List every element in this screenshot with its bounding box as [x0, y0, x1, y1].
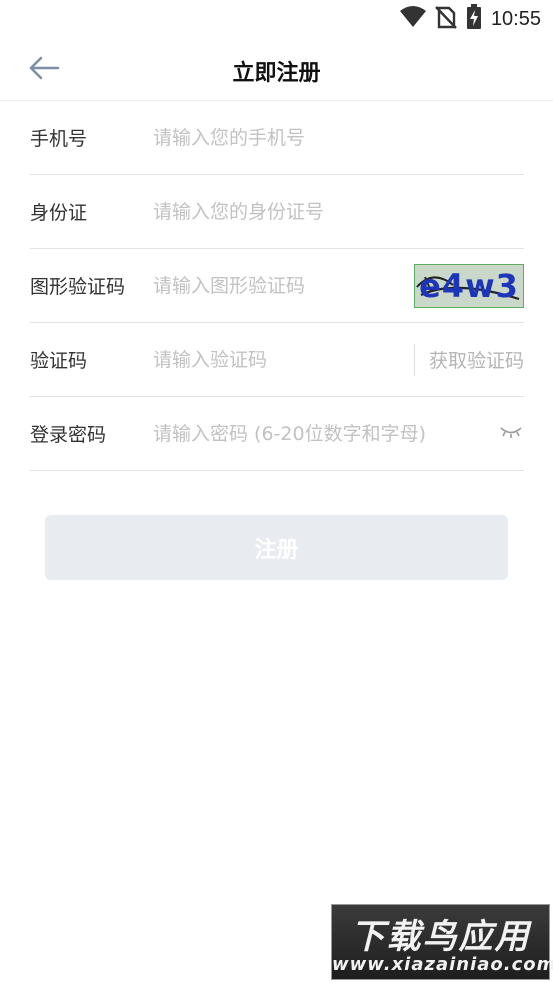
password-row: 登录密码 [30, 397, 524, 471]
sms-code-label: 验证码 [30, 350, 88, 372]
phone-input[interactable] [153, 126, 524, 149]
captcha-image[interactable]: e4w3 [414, 263, 524, 308]
graphic-captcha-input[interactable] [153, 274, 414, 297]
graphic-captcha-row: 图形验证码 e4w3 [30, 249, 524, 323]
password-visibility-toggle[interactable] [498, 424, 524, 444]
divider [413, 343, 415, 376]
register-form: 手机号 身份证 图形验证码 e4w3 验证码 获取验证码 登录密码 [30, 101, 524, 471]
id-card-row: 身份证 [30, 175, 524, 249]
id-card-label: 身份证 [30, 202, 88, 224]
captcha-text: e4w3 [419, 266, 519, 305]
watermark-logo: 下载鸟应用 www.xiazainiao.com [331, 904, 553, 980]
sms-code-row: 验证码 获取验证码 [30, 323, 524, 397]
status-icons: 10:55 [399, 4, 541, 34]
sms-code-input[interactable] [153, 348, 414, 371]
password-label: 登录密码 [30, 424, 107, 446]
watermark-url: www.xiazainiao.com [332, 954, 553, 975]
password-input[interactable] [153, 422, 498, 445]
page-title: 立即注册 [232, 61, 321, 86]
eye-closed-icon [499, 424, 523, 443]
watermark-title: 下载鸟应用 [350, 917, 531, 957]
header: 立即注册 [0, 38, 553, 101]
wifi-icon [399, 6, 426, 32]
status-time: 10:55 [490, 7, 541, 30]
no-sim-icon [435, 5, 457, 33]
phone-row: 手机号 [30, 101, 524, 175]
status-bar: 10:55 [0, 0, 553, 38]
get-code-button[interactable]: 获取验证码 [429, 346, 524, 373]
graphic-captcha-label: 图形验证码 [30, 276, 126, 298]
register-button[interactable]: 注册 [45, 515, 508, 580]
id-card-input[interactable] [153, 200, 524, 223]
phone-label: 手机号 [30, 128, 88, 150]
battery-charging-icon [466, 4, 482, 34]
